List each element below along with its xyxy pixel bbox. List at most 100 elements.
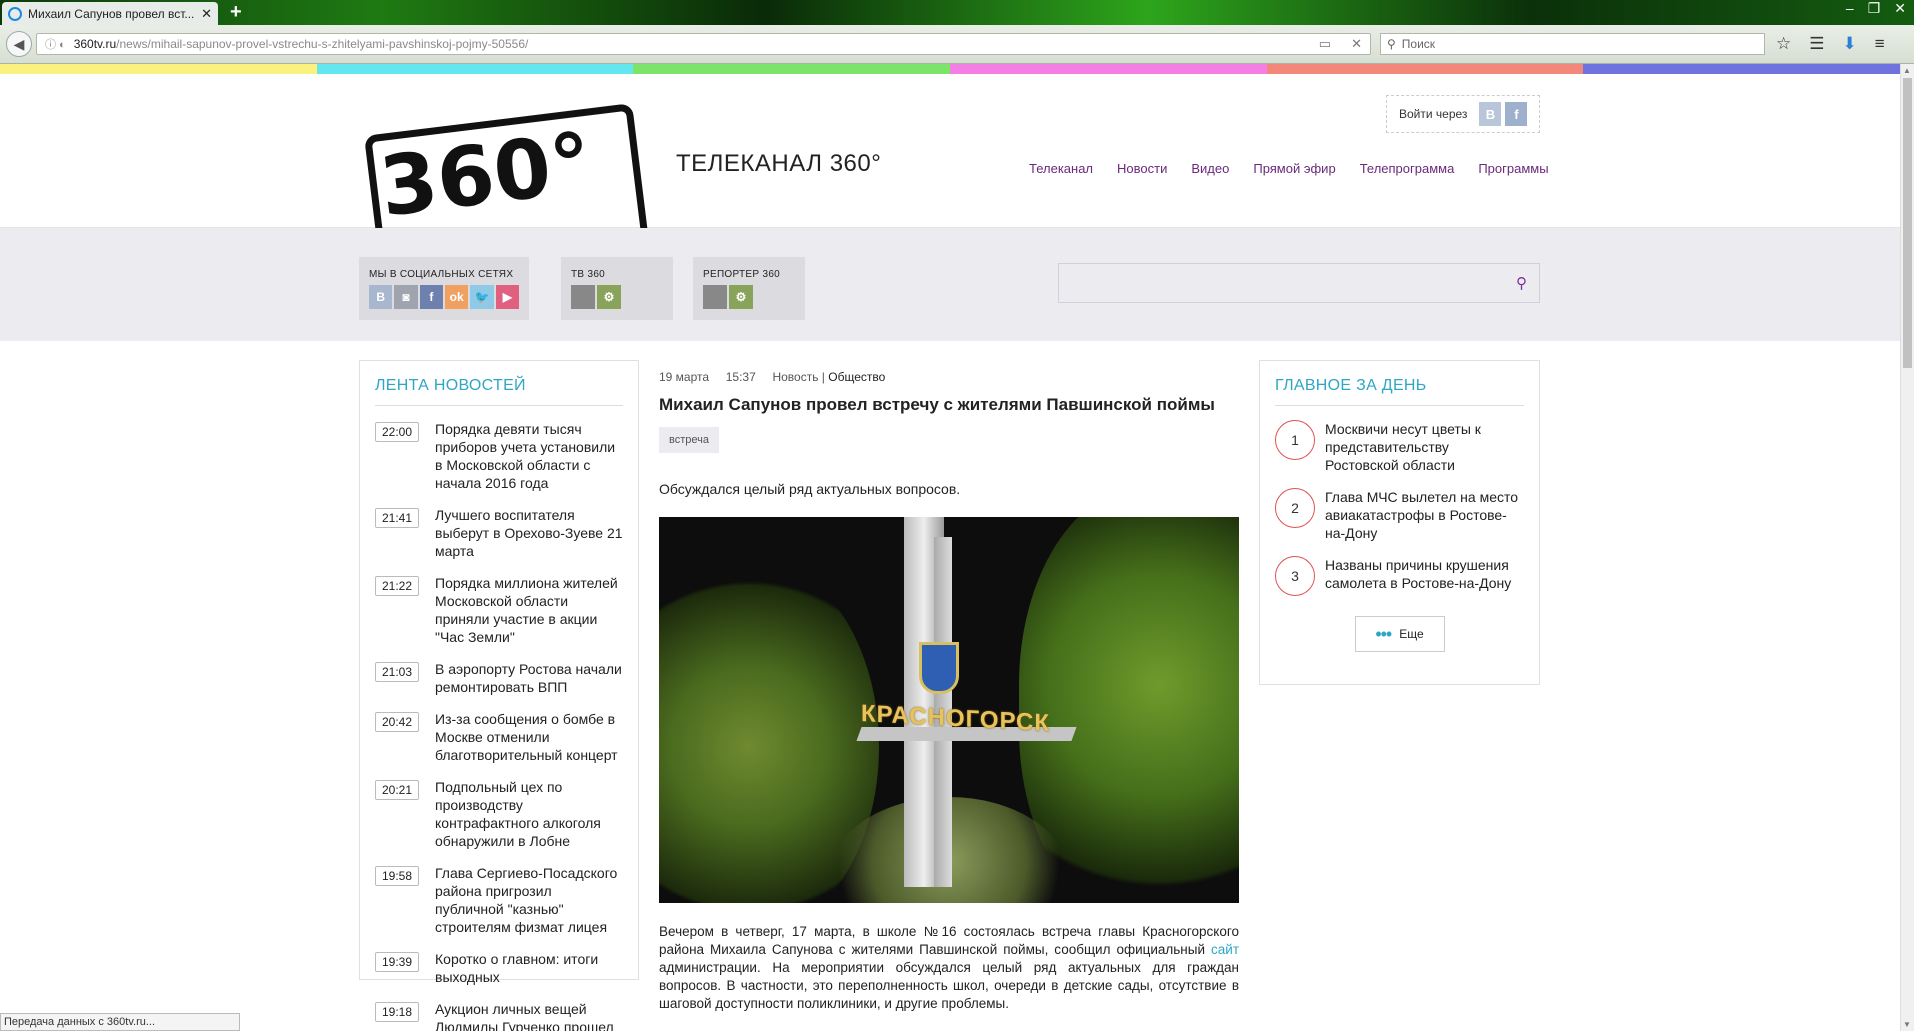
top-headline[interactable]: Москвичи несут цветы к представительству… xyxy=(1325,420,1524,474)
instagram-icon[interactable]: ◙ xyxy=(394,285,418,309)
news-item[interactable]: 20:21 Подпольный цех по производству конт… xyxy=(375,778,623,850)
back-button[interactable]: ◀ xyxy=(6,31,32,57)
facebook-icon[interactable]: f xyxy=(419,285,443,309)
news-item[interactable]: 21:41 Лучшего воспитателя выберут в Орехо… xyxy=(375,506,623,560)
address-bar[interactable]: ⓘ ◐ 360tv.ru/news/mihail-sapunov-provel-… xyxy=(36,33,1371,55)
news-item[interactable]: 21:22 Порядка миллиона жителей Московской… xyxy=(375,574,623,646)
browser-tabbar: Михаил Сапунов провел вст... ✕ + – ❐ ✕ xyxy=(0,0,1914,25)
channel-title: ТЕЛЕКАНАЛ 360° xyxy=(676,150,882,177)
article-section[interactable]: Новость xyxy=(772,370,818,384)
news-item[interactable]: 19:18 Аукцион личных вещей Людмилы Гурчен… xyxy=(375,1000,623,1031)
more-label: Еще xyxy=(1399,627,1424,641)
nav-tvguide[interactable]: Телепрограмма xyxy=(1360,161,1455,176)
login-label: Войти через xyxy=(1399,107,1468,121)
browser-search-input[interactable]: ⚲ Поиск xyxy=(1380,33,1765,55)
news-item[interactable]: 19:58 Глава Сергиево-Посадского района пр… xyxy=(375,864,623,936)
source-link[interactable]: сайт xyxy=(1211,942,1239,957)
close-window-icon[interactable]: ✕ xyxy=(1894,0,1906,17)
article-date: 19 марта xyxy=(659,370,710,384)
scroll-down-icon[interactable]: ▼ xyxy=(1903,1020,1911,1029)
bookmarks-list-icon[interactable]: ☰ xyxy=(1809,34,1824,54)
site-logo[interactable]: 360° xyxy=(360,103,651,285)
article-time: 15:37 xyxy=(725,370,756,384)
nav-live[interactable]: Прямой эфир xyxy=(1253,161,1335,176)
news-headline[interactable]: Глава Сергиево-Посадского района пригроз… xyxy=(435,864,623,936)
news-headline[interactable]: В аэропорту Ростова начали ремонтировать… xyxy=(435,660,623,696)
news-headline[interactable]: Порядка девяти тысяч приборов учета уста… xyxy=(435,420,623,492)
android-icon[interactable]: ⚙ xyxy=(729,285,753,309)
tv360-label: ТВ 360 xyxy=(571,269,606,280)
article: 19 марта 15:37 Новость | Общество Михаил… xyxy=(659,360,1239,1013)
body-text-end: администрации. На мероприятии обсуждался… xyxy=(659,960,1239,1011)
more-button[interactable]: ••• Еще xyxy=(1354,616,1445,652)
news-time: 19:18 xyxy=(375,1002,419,1022)
facebook-login-icon[interactable]: f xyxy=(1505,102,1528,126)
news-headline[interactable]: Порядка миллиона жителей Московской обла… xyxy=(435,574,623,646)
nav-programs[interactable]: Программы xyxy=(1478,161,1548,176)
social-band: МЫ В СОЦИАЛЬНЫХ СЕТЯХ B ◙ f ok 🐦 ▶ ТВ 36… xyxy=(0,228,1900,341)
android-icon[interactable]: ⚙ xyxy=(597,285,621,309)
article-title: Михаил Сапунов провел встречу с жителями… xyxy=(659,395,1215,414)
scroll-thumb[interactable] xyxy=(1903,78,1912,368)
browser-navbar: ◀ ⓘ ◐ 360tv.ru/news/mihail-sapunov-prove… xyxy=(0,25,1914,64)
article-tag[interactable]: встреча xyxy=(659,427,719,453)
nav-video[interactable]: Видео xyxy=(1191,161,1229,176)
reporter360-apps-box: РЕПОРТЕР 360 ⚙ xyxy=(693,257,805,320)
minimize-icon[interactable]: – xyxy=(1846,0,1854,17)
news-headline[interactable]: Аукцион личных вещей Людмилы Гурченко пр… xyxy=(435,1000,623,1031)
new-tab-button[interactable]: + xyxy=(230,1,242,24)
odnoklassniki-icon[interactable]: ok xyxy=(444,285,469,309)
top-headline[interactable]: Названы причины крушения самолета в Рост… xyxy=(1325,556,1524,592)
scroll-up-icon[interactable]: ▲ xyxy=(1903,66,1911,75)
news-item[interactable]: 20:42 Из-за сообщения о бомбе в Москве от… xyxy=(375,710,623,764)
news-time: 21:03 xyxy=(375,662,419,682)
page-scrollbar[interactable]: ▲ ▼ xyxy=(1900,64,1914,1031)
news-headline[interactable]: Лучшего воспитателя выберут в Орехово-Зу… xyxy=(435,506,623,560)
news-headline[interactable]: Из-за сообщения о бомбе в Москве отменил… xyxy=(435,710,623,764)
tv360-apps-box: ТВ 360 ⚙ xyxy=(561,257,673,320)
main-nav: Телеканал Новости Видео Прямой эфир Теле… xyxy=(1029,161,1549,176)
twitter-icon[interactable]: 🐦 xyxy=(470,285,494,309)
top-item[interactable]: 1 Москвичи несут цветы к представительств… xyxy=(1275,420,1524,474)
search-placeholder: Поиск xyxy=(1401,37,1436,51)
apple-icon[interactable] xyxy=(571,285,595,309)
loading-icon xyxy=(8,6,22,21)
download-icon[interactable]: ⬇ xyxy=(1843,34,1857,54)
news-item[interactable]: 21:03 В аэропорту Ростова начали ремонтир… xyxy=(375,660,623,696)
close-tab-icon[interactable]: ✕ xyxy=(201,6,212,22)
top-item[interactable]: 2 Глава МЧС вылетел на место авиакатастро… xyxy=(1275,488,1524,542)
search-icon[interactable]: ⚲ xyxy=(1516,274,1527,292)
meta-separator: | xyxy=(821,370,825,384)
nav-telekanal[interactable]: Телеканал xyxy=(1029,161,1093,176)
stripe-cyan xyxy=(316,64,634,74)
reader-view-icon[interactable]: ▭ xyxy=(1319,36,1331,52)
news-item[interactable]: 19:39 Коротко о главном: итоги выходных xyxy=(375,950,623,986)
social-networks-label: МЫ В СОЦИАЛЬНЫХ СЕТЯХ xyxy=(369,269,514,280)
youtube-icon[interactable]: ▶ xyxy=(495,285,519,309)
body-text-start: Вечером в четверг, 17 марта, в школе №16… xyxy=(659,924,1239,957)
vk-login-icon[interactable]: B xyxy=(1479,102,1502,126)
site-search-input[interactable]: ⚲ xyxy=(1058,263,1540,303)
news-item[interactable]: 22:00 Порядка девяти тысяч приборов учета… xyxy=(375,420,623,492)
stop-icon[interactable]: ✕ xyxy=(1351,36,1362,52)
site-info-icon[interactable]: ⓘ ◐ xyxy=(45,36,66,52)
stripe-yellow xyxy=(0,64,317,74)
top-headline[interactable]: Глава МЧС вылетел на место авиакатастроф… xyxy=(1325,488,1524,542)
browser-tab-active[interactable]: Михаил Сапунов провел вст... ✕ xyxy=(2,2,218,25)
apple-icon[interactable] xyxy=(703,285,727,309)
top-of-day: ГЛАВНОЕ ЗА ДЕНЬ 1 Москвичи несут цветы к … xyxy=(1259,360,1540,685)
article-lead: Обсуждался целый ряд актуальных вопросов… xyxy=(659,481,961,497)
tab-title: Михаил Сапунов провел вст... xyxy=(28,6,195,21)
menu-icon[interactable]: ≡ xyxy=(1875,34,1885,54)
nav-novosti[interactable]: Новости xyxy=(1117,161,1167,176)
restore-icon[interactable]: ❐ xyxy=(1868,0,1881,17)
news-headline[interactable]: Коротко о главном: итоги выходных xyxy=(435,950,623,986)
dots-icon: ••• xyxy=(1375,623,1392,644)
article-category[interactable]: Общество xyxy=(828,370,885,384)
bookmark-star-icon[interactable]: ☆ xyxy=(1776,34,1791,54)
top-of-day-title[interactable]: ГЛАВНОЕ ЗА ДЕНЬ xyxy=(1275,361,1524,406)
vk-icon[interactable]: B xyxy=(369,285,393,309)
top-item[interactable]: 3 Названы причины крушения самолета в Рос… xyxy=(1275,556,1524,596)
news-feed-title[interactable]: ЛЕНТА НОВОСТЕЙ xyxy=(375,361,623,406)
news-headline[interactable]: Подпольный цех по производству контрафак… xyxy=(435,778,623,850)
